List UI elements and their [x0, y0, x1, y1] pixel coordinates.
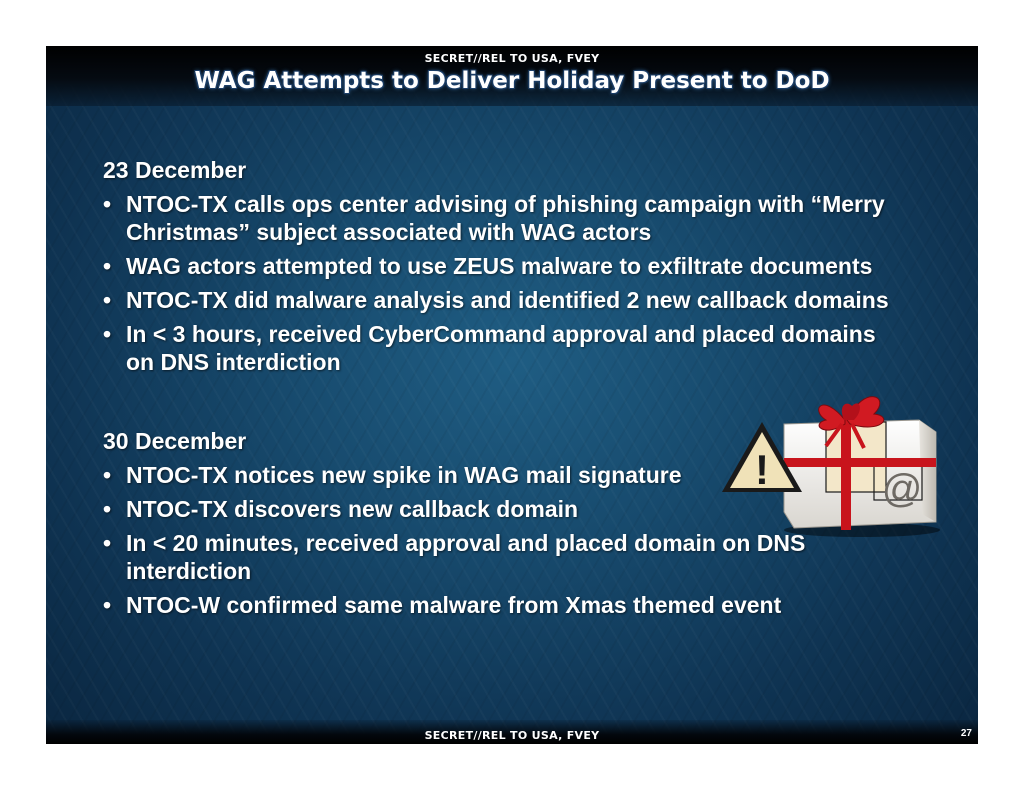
- warning-exclamation: !: [755, 446, 769, 493]
- section-heading-23-december: 23 December: [103, 157, 247, 183]
- bullet-item: NTOC-TX did malware analysis and identif…: [103, 286, 903, 314]
- slide: SECRET//REL TO USA, FVEY WAG Attempts to…: [46, 46, 978, 744]
- bullet-list-23-december: NTOC-TX calls ops center advising of phi…: [103, 190, 903, 376]
- at-sign-icon: @: [882, 467, 923, 511]
- bullet-item: WAG actors attempted to use ZEUS malware…: [103, 252, 903, 280]
- classification-banner-bottom: SECRET//REL TO USA, FVEY: [424, 729, 600, 742]
- gift-email-illustration: @ !: [722, 396, 940, 537]
- classification-banner-top: SECRET//REL TO USA, FVEY: [424, 52, 600, 65]
- bullet-item: NTOC-W confirmed same malware from Xmas …: [103, 591, 903, 619]
- slide-title: WAG Attempts to Deliver Holiday Present …: [194, 68, 830, 94]
- page-number: 27: [960, 728, 972, 739]
- bullet-item: NTOC-TX calls ops center advising of phi…: [103, 190, 903, 246]
